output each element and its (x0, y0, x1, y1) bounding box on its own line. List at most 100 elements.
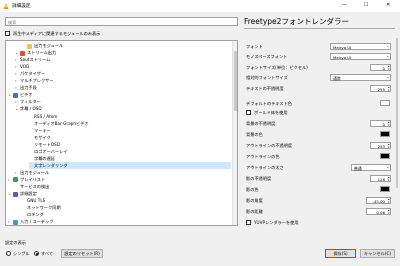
tree-item[interactable]: モザイク (29, 134, 231, 141)
tree-item-label: パケタイザー (20, 71, 46, 77)
tree-item-label: フィルター (20, 99, 41, 105)
shadow-color-swatch[interactable] (380, 186, 390, 192)
tree-item[interactable]: RSS / Atom (29, 113, 231, 120)
search-placeholder: 検索 (8, 19, 17, 25)
tree-item[interactable]: › マルチプレクサー (15, 77, 231, 84)
outline-thickness-label: アウトラインの太さ (246, 165, 284, 170)
save-button[interactable]: 保存(S) (325, 249, 356, 258)
tree-item[interactable]: › プレイリスト (8, 176, 231, 183)
spin-arrows-icon: ▴ ▾ (388, 175, 390, 182)
playlist-icon (13, 177, 18, 183)
tree-item-label: ネットワーク同期 (27, 205, 61, 211)
tree-scrollbar[interactable] (232, 41, 237, 225)
search-input[interactable]: 検索 (5, 17, 238, 26)
maximize-icon: ☐ (364, 2, 369, 8)
spin-arrows-icon: ▴ ▾ (388, 197, 390, 204)
relative-size-select[interactable]: 通常 ⌄ (330, 74, 391, 81)
tree-scrollbar-thumb[interactable] (234, 51, 237, 111)
tree-item-label: マーキー (34, 127, 51, 133)
tree-item[interactable]: リモートOSD (29, 141, 231, 148)
tree-item[interactable]: › VOD (15, 63, 231, 70)
preferences-tree[interactable]: 出力モジュール ⌄ ストリーム出力 › Soutストリーム › VOD › パケタイザー › マルチ… (5, 40, 238, 226)
tree-item-label: 入力 / コーデック (20, 219, 54, 225)
related-modules-checkbox[interactable] (5, 31, 10, 36)
all-radio[interactable] (34, 251, 39, 256)
tree-item[interactable]: マーキー (29, 127, 231, 134)
stream-output-icon (20, 50, 25, 56)
font-size-spinbox[interactable]: 0 ▴ ▾ (370, 64, 391, 71)
relative-size-value: 通常 (333, 75, 341, 81)
tree-item-label: ロギング (27, 212, 44, 218)
tree-item[interactable]: GNU TLS (22, 197, 231, 204)
close-button[interactable]: ✕ (378, 0, 400, 12)
tree-item[interactable]: サービスの検出 (15, 183, 231, 190)
minimize-icon: — (342, 2, 347, 8)
tree-item[interactable]: › 入力 / コーデック (8, 218, 231, 225)
tree-item-label: 出力モジュール (20, 169, 50, 175)
chevron-down-icon: ⌄ (386, 75, 389, 79)
bold-checkbox[interactable] (246, 110, 251, 115)
tree-item[interactable]: 文字レンダリング (29, 161, 231, 169)
bold-label: ボールド体を使用 (254, 110, 288, 115)
mono-font-select[interactable]: Meiryo UI ⌄ (330, 53, 391, 60)
tree-item[interactable]: › Soutストリーム (15, 56, 231, 63)
panel-scrollbar-thumb[interactable] (396, 38, 398, 188)
close-icon: ✕ (386, 2, 391, 8)
yuvp-checkbox[interactable] (246, 220, 251, 225)
shadow-angle-spinbox[interactable]: -45.00 ▴ ▾ (366, 197, 391, 204)
panel-divider (244, 28, 395, 29)
outline-opacity-spinbox[interactable]: 255 ▴ ▾ (370, 142, 391, 149)
panel-scrollbar[interactable] (395, 34, 399, 232)
maximize-button[interactable]: ☐ (356, 0, 378, 12)
tree-item[interactable]: › 出力モジュール (15, 169, 231, 176)
shadow-color-label: 影の色 (246, 187, 259, 192)
folder-icon (27, 43, 32, 49)
tree-item-label: モザイク (34, 134, 51, 140)
tree-item-label: ビデオ (20, 92, 33, 98)
tree-item[interactable]: › パケタイザー (15, 70, 231, 77)
text-color-swatch[interactable] (380, 100, 390, 106)
tree-item[interactable]: ⌄ 字幕 / OSD (15, 105, 231, 112)
bg-opacity-spinbox[interactable]: 0 ▴ ▾ (370, 120, 391, 127)
text-opacity-value: 255 (377, 86, 385, 92)
tree-item-label: 詳細設定 (20, 191, 37, 197)
font-size-value: 0 (382, 65, 385, 71)
tree-item[interactable]: › フィルター (15, 98, 231, 105)
minimize-button[interactable]: — (334, 0, 356, 12)
video-icon (13, 92, 18, 98)
window-title: 詳細設定 (12, 4, 31, 9)
tree-item-label: サービスの検出 (20, 184, 50, 189)
tree-item-label: リモートOSD (34, 141, 60, 147)
yuvp-label: YUVPレンダラーを使用 (254, 220, 299, 225)
spin-arrows-icon: ▴ ▾ (388, 64, 390, 71)
tree-item[interactable]: › 出力手段 (15, 84, 231, 91)
shadow-opacity-spinbox[interactable]: 128 ▴ ▾ (370, 175, 391, 182)
mono-font-label: モノスペースフォント (246, 54, 288, 59)
outline-thickness-select[interactable]: 普通 ⌄ (351, 164, 391, 171)
chevron-down-icon: ⌄ (386, 54, 389, 58)
tree-item[interactable]: オーディオBar Graphビデオ (29, 120, 231, 127)
chevron-down-icon: ⌄ (386, 165, 389, 169)
reset-button[interactable]: 設定のリセット(R) (61, 249, 103, 258)
shadow-opacity-label: 影の不透明度 (246, 176, 272, 181)
all-label: すべて (41, 251, 54, 256)
tree-item[interactable]: ⌄ ビデオ (8, 91, 231, 98)
tree-item[interactable]: ネットワーク同期 (22, 204, 231, 211)
simple-radio[interactable] (6, 251, 11, 256)
bg-opacity-label: 背景の不透明度 (246, 121, 276, 126)
tree-item[interactable]: 出力モジュール (22, 42, 231, 49)
cancel-button[interactable]: キャンセル(C) (360, 249, 395, 258)
font-label: フォント (246, 44, 263, 49)
outline-color-swatch[interactable] (380, 153, 390, 159)
spin-arrows-icon: ▴ ▾ (388, 208, 390, 215)
text-opacity-spinbox[interactable]: 255 ▴ ▾ (370, 85, 391, 92)
bg-color-swatch[interactable] (380, 131, 390, 137)
shadow-distance-spinbox[interactable]: 0.06 ▴ ▾ (366, 208, 391, 215)
tree-item[interactable]: ロギング (22, 211, 231, 218)
tree-item[interactable]: 字幕の遅延 (29, 155, 231, 162)
vlc-cone-icon (3, 3, 9, 9)
tree-item[interactable]: ⌄ 詳細設定 (8, 190, 231, 197)
font-select[interactable]: Meiryo UI ⌄ (330, 43, 391, 50)
tree-item[interactable]: ⌄ ストリーム出力 (15, 49, 231, 56)
tree-item[interactable]: ロゴオーバーレイ (29, 148, 231, 155)
